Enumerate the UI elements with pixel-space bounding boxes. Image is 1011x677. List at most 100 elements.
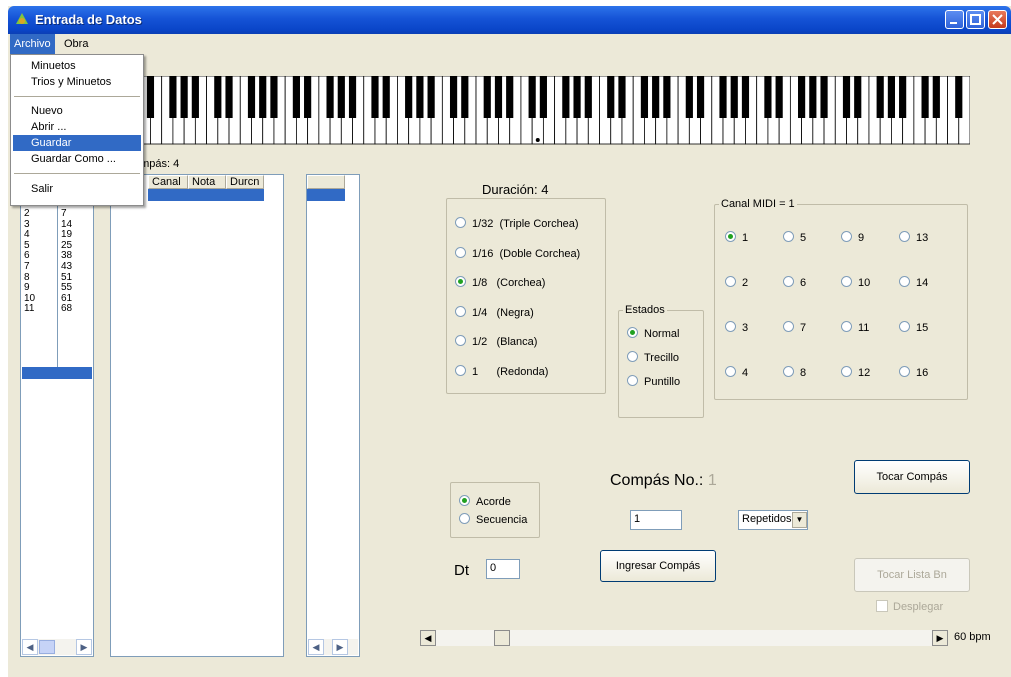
col-header-canal[interactable]: Canal [148, 175, 188, 189]
duracion-option[interactable]: 1/16 (Doble Corchea) [455, 246, 580, 261]
radio-circle-icon[interactable] [459, 513, 470, 524]
compas-input[interactable]: 1 [630, 510, 682, 530]
black-key[interactable] [225, 76, 233, 118]
piano-keyboard[interactable] [128, 76, 970, 146]
radio-circle-icon[interactable] [899, 366, 910, 377]
scroll-thumb[interactable] [39, 640, 55, 654]
black-key[interactable] [562, 76, 570, 118]
radio-circle-icon[interactable] [455, 335, 466, 346]
left-list-scrollbar[interactable]: ◀ ▶ [22, 639, 92, 655]
black-key[interactable] [483, 76, 491, 118]
duracion-option[interactable]: 1/32 (Triple Corchea) [455, 217, 579, 231]
tempo-thumb[interactable] [494, 630, 510, 646]
radio-circle-icon[interactable] [783, 321, 794, 332]
side-list-selected-row[interactable] [307, 189, 345, 201]
list-item-value[interactable]: 7 [61, 209, 67, 219]
chevron-down-icon[interactable]: ▼ [792, 512, 807, 528]
black-key[interactable] [663, 76, 671, 118]
black-key[interactable] [506, 76, 514, 118]
scroll-right-button[interactable]: ▶ [332, 639, 348, 655]
side-list-scrollbar[interactable]: ◀ ▶ [308, 639, 358, 655]
list-item-value[interactable]: 38 [61, 251, 72, 261]
black-key[interactable] [607, 76, 615, 118]
menu-item-abrir[interactable]: Abrir ... [13, 119, 141, 135]
list-item-index[interactable]: 3 [24, 219, 30, 230]
radio-circle-icon[interactable] [899, 276, 910, 287]
midi-channel-option[interactable]: 12 [841, 366, 870, 380]
col-header-durcn[interactable]: Durcn [226, 175, 264, 189]
maximize-button[interactable] [966, 10, 985, 29]
estado-option[interactable]: Normal [627, 327, 679, 341]
menu-item-guardar-como[interactable]: Guardar Como ... [13, 151, 141, 167]
list-item-value[interactable]: 25 [61, 240, 72, 251]
black-key[interactable] [539, 76, 547, 118]
duracion-option[interactable]: 1/2 (Blanca) [455, 335, 537, 349]
modo-option[interactable]: Acorde [459, 495, 511, 509]
radio-circle-icon[interactable] [455, 246, 466, 258]
radio-circle-icon[interactable] [455, 364, 466, 376]
menu-item-salir[interactable]: Salir [13, 181, 141, 197]
radio-circle-icon[interactable] [627, 375, 638, 386]
black-key[interactable] [696, 76, 705, 118]
list-item-value[interactable]: 14 [61, 219, 72, 230]
black-key[interactable] [405, 76, 413, 118]
black-key[interactable] [618, 76, 626, 118]
scroll-right-button[interactable]: ▶ [76, 639, 92, 655]
midi-channel-option[interactable]: 3 [725, 321, 748, 335]
black-key[interactable] [932, 76, 940, 118]
list-item-value[interactable]: 61 [61, 293, 72, 304]
black-key[interactable] [326, 76, 334, 118]
black-key[interactable] [191, 76, 199, 118]
black-key[interactable] [259, 76, 267, 118]
radio-circle-icon[interactable] [783, 366, 794, 377]
midi-channel-option[interactable]: 4 [725, 366, 748, 380]
black-key[interactable] [292, 76, 300, 118]
radio-circle-icon[interactable] [841, 321, 852, 332]
black-key[interactable] [449, 76, 458, 118]
tocar-lista-button[interactable]: Tocar Lista Bn [854, 558, 970, 592]
midi-channel-option[interactable]: 11 [841, 321, 869, 335]
black-key[interactable] [764, 76, 772, 118]
black-key[interactable] [528, 76, 536, 118]
black-key[interactable] [382, 76, 390, 118]
estado-option[interactable]: Puntillo [627, 375, 680, 389]
black-key[interactable] [741, 76, 750, 118]
midi-channel-option[interactable]: 14 [899, 276, 928, 290]
menu-item-guardar[interactable]: Guardar [13, 135, 141, 151]
black-key[interactable] [730, 76, 738, 118]
black-key[interactable] [955, 76, 963, 118]
list-item-index[interactable]: 8 [24, 272, 30, 283]
black-key[interactable] [820, 76, 828, 118]
minimize-button[interactable] [945, 10, 964, 29]
midi-channel-option[interactable]: 2 [725, 276, 748, 290]
list-item-index[interactable]: 4 [24, 230, 30, 240]
side-list[interactable]: ◀ ▶ [306, 174, 360, 657]
black-key[interactable] [494, 76, 503, 118]
list-item-index[interactable]: 5 [24, 240, 30, 251]
midi-channel-option[interactable]: 5 [783, 231, 806, 245]
radio-circle-icon[interactable] [627, 351, 638, 362]
radio-circle-icon[interactable] [841, 276, 852, 287]
black-key[interactable] [921, 76, 929, 118]
radio-circle-icon[interactable] [725, 366, 736, 377]
radio-circle-icon[interactable] [783, 276, 794, 287]
black-key[interactable] [899, 76, 907, 118]
tempo-right-button[interactable]: ▶ [932, 630, 948, 646]
tempo-left-button[interactable]: ◀ [420, 630, 436, 646]
black-key[interactable] [719, 76, 727, 118]
desplegar-checkbox[interactable]: Desplegar [876, 600, 943, 614]
midi-channel-option[interactable]: 9 [841, 231, 864, 245]
black-key[interactable] [461, 76, 469, 118]
list-item-value[interactable]: 68 [61, 304, 72, 314]
black-key[interactable] [809, 76, 817, 118]
black-key[interactable] [652, 76, 660, 118]
black-key[interactable] [371, 76, 379, 118]
tocar-compas-button[interactable]: Tocar Compás [854, 460, 970, 494]
black-key[interactable] [427, 76, 435, 118]
radio-circle-icon[interactable] [725, 276, 736, 287]
black-key[interactable] [270, 76, 278, 118]
radio-circle-icon[interactable] [725, 231, 736, 242]
black-key[interactable] [247, 76, 256, 118]
note-table[interactable]: Canal Nota Durcn [110, 174, 284, 657]
title-bar[interactable]: Entrada de Datos [8, 6, 1011, 34]
